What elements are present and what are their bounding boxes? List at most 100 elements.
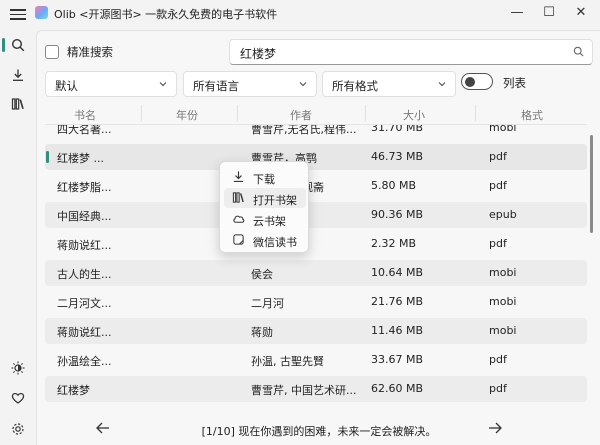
menu-item-download[interactable]: 下载 xyxy=(224,167,306,187)
reader-icon xyxy=(232,233,245,249)
context-menu: 下载 打开书架 云书架 微信读书 xyxy=(219,161,309,253)
book-format: mobi xyxy=(489,125,517,134)
table-row[interactable]: 四大名著... 曹雪芹,无名氏,程伟... 31.70 MB mobi xyxy=(45,125,587,141)
menu-item-label: 云书架 xyxy=(253,215,286,228)
menu-icon[interactable] xyxy=(10,6,26,20)
title-bar: Olib <开源图书> 一款永久免费的电子书软件 — ☐ ✕ xyxy=(0,0,600,28)
book-name: 红楼梦脂... xyxy=(57,181,112,194)
book-format: mobi xyxy=(489,295,517,308)
minimize-button[interactable]: — xyxy=(502,0,532,24)
exact-search-label: 精准搜索 xyxy=(67,45,113,59)
cloud-icon xyxy=(232,212,245,228)
menu-item-open-bookshelf[interactable]: 打开书架 xyxy=(224,188,306,208)
book-name: 红楼梦 xyxy=(57,384,90,397)
book-format: pdf xyxy=(489,382,507,395)
selected-indicator xyxy=(46,151,49,163)
language-value: 所有语言 xyxy=(193,79,239,93)
menu-item-label: 下载 xyxy=(253,173,275,186)
column-divider[interactable] xyxy=(237,105,238,121)
table-header: 书名 年份 作者 大小 格式 xyxy=(45,101,587,125)
column-header-author[interactable]: 作者 xyxy=(241,107,361,123)
download-icon xyxy=(232,170,245,186)
book-size: 10.64 MB xyxy=(371,266,424,279)
book-size: 90.36 MB xyxy=(371,208,424,221)
download-icon[interactable] xyxy=(8,65,28,85)
table-row[interactable]: 红楼梦 ... 曹雪芹，高鹗 46.73 MB pdf xyxy=(45,144,587,170)
search-icon[interactable] xyxy=(8,35,28,55)
book-format: mobi xyxy=(489,266,517,279)
list-view-toggle[interactable] xyxy=(461,73,493,90)
book-name: 红楼梦 ... xyxy=(57,152,104,165)
exact-search-toggle[interactable]: 精准搜索 xyxy=(45,43,113,61)
toggle-knob xyxy=(465,77,475,87)
results-table: 四大名著... 曹雪芹,无名氏,程伟... 31.70 MB mobi 红楼梦 … xyxy=(45,125,587,410)
app-logo-icon xyxy=(35,6,48,19)
table-row[interactable]: 红楼梦 曹雪芹, 中国艺术研... 62.60 MB pdf xyxy=(45,376,587,402)
book-size: 2.32 MB xyxy=(371,237,417,250)
table-row[interactable]: 中国经典... 90.36 MB epub xyxy=(45,202,587,228)
vertical-scrollbar[interactable] xyxy=(590,135,593,233)
table-row[interactable]: 红楼梦脂... 曹雪芹, 脂砚斋 5.80 MB pdf xyxy=(45,173,587,199)
format-value: 所有格式 xyxy=(332,79,378,93)
book-size: 11.46 MB xyxy=(371,324,424,337)
maximize-button[interactable]: ☐ xyxy=(534,0,564,24)
table-row[interactable]: 蒋勋说红... 2.32 MB pdf xyxy=(45,231,587,257)
column-header-year[interactable]: 年份 xyxy=(145,107,229,123)
column-divider[interactable] xyxy=(141,105,142,121)
menu-item-label: 打开书架 xyxy=(253,194,297,207)
book-name: 中国经典... xyxy=(57,210,112,223)
column-header-size[interactable]: 大小 xyxy=(369,107,459,123)
close-button[interactable]: ✕ xyxy=(566,0,596,24)
language-select[interactable]: 所有语言 xyxy=(183,71,317,97)
book-size: 21.76 MB xyxy=(371,295,424,308)
book-size: 31.70 MB xyxy=(371,125,424,134)
book-name: 古人的生... xyxy=(57,268,112,281)
book-name: 蒋勋说红... xyxy=(57,326,112,339)
sort-select[interactable]: 默认 xyxy=(45,71,177,97)
book-name: 二月河文... xyxy=(57,297,112,310)
book-author: 孙温, 古聖先賢 xyxy=(251,355,324,368)
arrow-right-icon[interactable] xyxy=(487,421,503,438)
bookshelf-icon[interactable] xyxy=(8,94,28,114)
pager-text: [1/10] 现在你遇到的困难，未来一定会被解决。 xyxy=(201,425,437,438)
book-name: 蒋勋说红... xyxy=(57,239,112,252)
book-format: mobi xyxy=(489,324,517,337)
table-row[interactable]: 古人的生... 侯会 10.64 MB mobi xyxy=(45,260,587,286)
book-author: 蒋勋 xyxy=(251,326,273,339)
pager: [1/10] 现在你遇到的困难，未来一定会被解决。 xyxy=(37,415,600,445)
book-author: 曹雪芹, 中国艺术研... xyxy=(251,384,357,397)
brightness-icon[interactable] xyxy=(8,358,28,378)
table-row[interactable]: 蒋勋说红... 蒋勋 11.46 MB mobi xyxy=(45,318,587,344)
book-format: pdf xyxy=(489,237,507,250)
book-format: pdf xyxy=(489,179,507,192)
exact-search-checkbox[interactable] xyxy=(45,45,59,59)
book-format: pdf xyxy=(489,353,507,366)
column-divider[interactable] xyxy=(365,105,366,121)
side-rail xyxy=(0,30,36,445)
list-view-label: 列表 xyxy=(503,76,526,90)
book-format: epub xyxy=(489,208,517,221)
menu-item-wechat-reading[interactable]: 微信读书 xyxy=(224,230,306,250)
bookshelf-icon xyxy=(232,191,245,207)
chevron-down-icon xyxy=(298,79,308,92)
main-content: 精准搜索 红楼梦 默认 所有语言 所有格式 列表 书名 年份 作者 大小 格式 … xyxy=(36,30,600,445)
menu-item-label: 微信读书 xyxy=(253,236,297,249)
heart-icon[interactable] xyxy=(8,388,28,408)
gear-icon[interactable] xyxy=(8,419,28,439)
format-select[interactable]: 所有格式 xyxy=(322,71,456,97)
column-header-format[interactable]: 格式 xyxy=(479,107,585,123)
book-size: 5.80 MB xyxy=(371,179,417,192)
menu-item-cloud-shelf[interactable]: 云书架 xyxy=(224,209,306,229)
active-indicator xyxy=(2,38,5,52)
table-row[interactable]: 孙温绘全... 孙温, 古聖先賢 33.67 MB pdf xyxy=(45,347,587,373)
book-size: 46.73 MB xyxy=(371,150,424,163)
column-header-name[interactable]: 书名 xyxy=(45,107,125,123)
search-icon[interactable] xyxy=(573,46,584,60)
book-author: 曹雪芹,无名氏,程伟... xyxy=(251,125,357,136)
search-input[interactable]: 红楼梦 xyxy=(229,39,593,65)
book-author: 二月河 xyxy=(251,297,284,310)
chevron-down-icon xyxy=(437,79,447,92)
window-title: Olib <开源图书> 一款永久免费的电子书软件 xyxy=(54,8,278,21)
column-divider[interactable] xyxy=(475,105,476,121)
table-row[interactable]: 二月河文... 二月河 21.76 MB mobi xyxy=(45,289,587,315)
